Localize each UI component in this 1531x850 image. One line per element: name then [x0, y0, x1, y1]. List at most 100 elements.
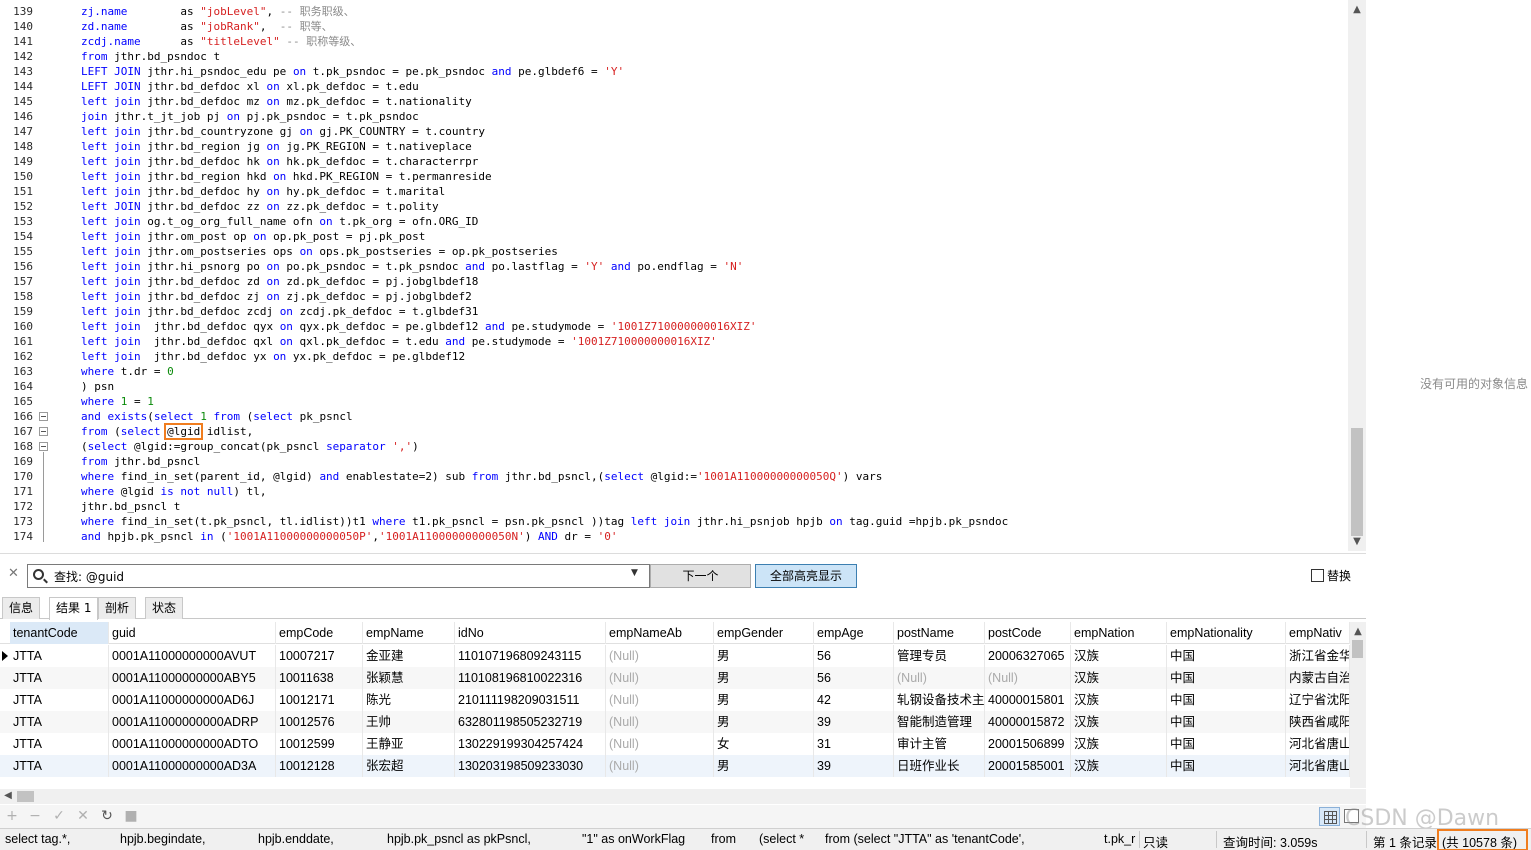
column-header[interactable]: empNationality	[1167, 622, 1286, 644]
table-row[interactable]: JTTA 0001A11000000000ADRP 10012576 王帅 632801…	[0, 711, 1350, 733]
column-header[interactable]: empCode	[276, 622, 363, 644]
table-header[interactable]: tenantCode guid empCode empName idNo empNameA…	[0, 622, 1350, 644]
column-header[interactable]: idNo	[455, 622, 606, 644]
add-record-icon[interactable]: +	[4, 808, 20, 824]
code-text[interactable]: left join jthr.om_postseries ops on ops.…	[81, 244, 558, 259]
table-cell[interactable]: 10007217	[276, 645, 363, 667]
table-cell[interactable]: 39	[814, 755, 894, 777]
tab-profile[interactable]: 剖析	[98, 597, 137, 619]
table-cell[interactable]: 中国	[1167, 711, 1286, 733]
table-cell[interactable]: 王静亚	[363, 733, 455, 755]
table-cell[interactable]: 39	[814, 711, 894, 733]
column-header[interactable]: tenantCode	[10, 622, 109, 644]
table-cell[interactable]: 130229199304257424	[455, 733, 606, 755]
grid-horizontal-scrollbar[interactable]: ◀	[0, 789, 1366, 804]
table-cell[interactable]: 管理专员	[894, 645, 985, 667]
apply-check-icon[interactable]: ✓	[51, 808, 67, 824]
code-text[interactable]: left join jthr.bd_defdoc zcdj on zcdj.pk…	[81, 304, 478, 319]
table-cell[interactable]: JTTA	[10, 711, 109, 733]
code-text[interactable]: zd.name as "jobRank", -- 职等、	[81, 19, 333, 34]
table-cell[interactable]: 中国	[1167, 755, 1286, 777]
table-cell[interactable]: 陈光	[363, 689, 455, 711]
code-text[interactable]: left join jthr.bd_defdoc yx on yx.pk_def…	[81, 349, 465, 364]
scroll-up-icon[interactable]: ▲	[1352, 626, 1364, 638]
scroll-down-icon[interactable]: ▼	[1351, 536, 1363, 548]
table-cell[interactable]: 汉族	[1071, 711, 1167, 733]
table-cell[interactable]: 轧钢设备技术主管	[894, 689, 985, 711]
table-cell[interactable]: 中国	[1167, 667, 1286, 689]
find-next-button[interactable]: 下一个	[650, 564, 751, 588]
sql-editor[interactable]: 139 zj.name as "jobLevel", -- 职务职级、 140 zd.…	[0, 0, 1366, 551]
table-cell[interactable]: 40000015872	[985, 711, 1071, 733]
table-cell[interactable]: 张宏超	[363, 755, 455, 777]
scroll-thumb[interactable]	[17, 791, 34, 802]
table-cell[interactable]: 内蒙古自治	[1286, 667, 1350, 689]
table-cell[interactable]: 10012171	[276, 689, 363, 711]
checkbox-icon[interactable]	[1311, 569, 1324, 582]
column-header[interactable]: postCode	[985, 622, 1071, 644]
code-text[interactable]: where find_in_set(parent_id, @lgid) and …	[81, 469, 882, 484]
code-text[interactable]: where 1 = 1	[81, 394, 154, 409]
column-header[interactable]: empNation	[1071, 622, 1167, 644]
find-input[interactable]	[54, 568, 624, 585]
table-cell[interactable]: 632801198505232719	[455, 711, 606, 733]
table-row[interactable]: JTTA 0001A11000000000ADTO 10012599 王静亚 13022…	[0, 733, 1350, 755]
discard-x-icon[interactable]: ✕	[75, 808, 91, 824]
code-text[interactable]: jthr.bd_psncl t	[81, 499, 180, 514]
table-cell[interactable]: 汉族	[1071, 755, 1167, 777]
table-cell[interactable]: 金亚建	[363, 645, 455, 667]
code-text[interactable]: LEFT JOIN jthr.bd_defdoc xl on xl.pk_def…	[81, 79, 419, 94]
scroll-left-icon[interactable]: ◀	[2, 790, 14, 802]
table-cell[interactable]: 河北省唐山	[1286, 755, 1350, 777]
table-cell[interactable]: 王帅	[363, 711, 455, 733]
table-cell[interactable]: 56	[814, 667, 894, 689]
code-text[interactable]: left join jthr.bd_defdoc hk on hk.pk_def…	[81, 154, 478, 169]
code-text[interactable]: and hpjb.pk_psncl in ('1001A110000000000…	[81, 529, 618, 544]
table-row[interactable]: JTTA 0001A11000000000AD6J 10012171 陈光 210111…	[0, 689, 1350, 711]
column-header[interactable]: empNativ	[1286, 622, 1350, 644]
code-text[interactable]: where find_in_set(t.pk_psncl, tl.idlist)…	[81, 514, 1008, 529]
table-cell[interactable]: 男	[714, 755, 814, 777]
code-text[interactable]: left join jthr.bd_defdoc zd on zd.pk_def…	[81, 274, 478, 289]
table-cell[interactable]: 10012128	[276, 755, 363, 777]
column-header[interactable]: empName	[363, 622, 455, 644]
table-cell[interactable]: 张颖慧	[363, 667, 455, 689]
scroll-thumb[interactable]	[1352, 640, 1363, 658]
table-cell[interactable]: 男	[714, 667, 814, 689]
table-cell[interactable]: 130203198509233030	[455, 755, 606, 777]
scroll-thumb[interactable]	[1351, 428, 1363, 536]
table-cell[interactable]: 中国	[1167, 645, 1286, 667]
table-cell[interactable]: 110108196810022316	[455, 667, 606, 689]
code-text[interactable]: left join jthr.bd_defdoc qxl on qxl.pk_d…	[81, 334, 717, 349]
table-cell[interactable]: JTTA	[10, 689, 109, 711]
tab-info[interactable]: 信息	[2, 597, 41, 619]
table-cell[interactable]: 日班作业长	[894, 755, 985, 777]
column-header[interactable]: guid	[109, 622, 276, 644]
close-icon[interactable]: ✕	[8, 566, 19, 581]
table-cell[interactable]: 20001506899	[985, 733, 1071, 755]
replace-checkbox[interactable]: 替换	[1311, 567, 1351, 584]
editor-vertical-scrollbar[interactable]: ▲ ▼	[1348, 0, 1366, 551]
table-cell[interactable]: 42	[814, 689, 894, 711]
code-text[interactable]: from (select @lgid idlist,	[81, 423, 253, 440]
table-cell[interactable]: 0001A11000000000ABY5	[109, 667, 276, 689]
chevron-down-icon[interactable]: ▼	[631, 568, 638, 578]
table-cell[interactable]: 0001A11000000000ADRP	[109, 711, 276, 733]
table-cell[interactable]: 女	[714, 733, 814, 755]
code-text[interactable]: left join jthr.bd_region hkd on hkd.PK_R…	[81, 169, 492, 184]
scroll-up-icon[interactable]: ▲	[1351, 4, 1363, 16]
table-cell[interactable]: (Null)	[606, 755, 714, 777]
table-cell[interactable]: 0001A11000000000AD6J	[109, 689, 276, 711]
code-text[interactable]: where t.dr = 0	[81, 364, 174, 379]
result-grid[interactable]: tenantCode guid empCode empName idNo empNameA…	[0, 622, 1366, 788]
code-text[interactable]: from jthr.bd_psncl	[81, 454, 200, 469]
fold-toggle-icon[interactable]	[39, 442, 48, 451]
table-cell[interactable]: JTTA	[10, 733, 109, 755]
column-header[interactable]: empAge	[814, 622, 894, 644]
column-header[interactable]: empNameAb	[606, 622, 714, 644]
tab-status[interactable]: 状态	[145, 597, 184, 619]
table-cell[interactable]: (Null)	[894, 667, 985, 689]
table-cell[interactable]: 0001A11000000000AVUT	[109, 645, 276, 667]
table-cell[interactable]: 男	[714, 711, 814, 733]
highlight-all-button[interactable]: 全部高亮显示	[755, 564, 857, 588]
